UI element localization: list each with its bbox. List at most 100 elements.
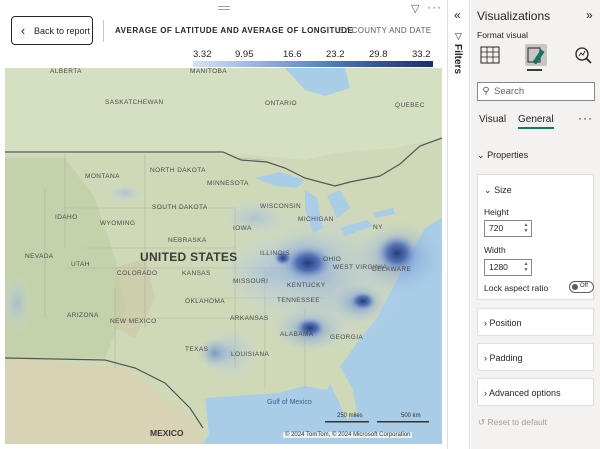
size-section-header[interactable]: ⌄ Size: [484, 185, 512, 196]
map-label-iowa: IOWA: [233, 225, 252, 232]
map-label-quebec: QUEBEC: [395, 102, 425, 109]
map-copyright: © 2024 TomTom, © 2024 Microsoft Corporat…: [283, 432, 413, 438]
map-label-texas: TEXAS: [185, 346, 209, 353]
map-label-colorado: COLORADO: [117, 270, 158, 277]
build-visual-icon[interactable]: [479, 44, 501, 66]
search-icon: ⚲: [482, 86, 490, 97]
visualizations-title: Visualizations: [477, 9, 551, 23]
map-label-south-dakota: SOUTH DAKOTA: [152, 204, 208, 211]
map-label-tennessee: TENNESSEE: [277, 297, 320, 304]
drag-handle-icon[interactable]: [218, 6, 230, 10]
map-label-arizona: ARIZONA: [67, 312, 99, 319]
position-header: › Position: [484, 318, 522, 328]
filter-icon: ▽: [455, 31, 462, 41]
advanced-options-section[interactable]: › Advanced options: [477, 378, 594, 406]
size-card: ⌄ Size Height 720 ▲ ▼ Width 1280 ▲ ▼ Lock …: [477, 174, 594, 300]
visual-subtitle: BY COUNTY AND DATE: [338, 26, 432, 35]
padding-section[interactable]: › Padding: [477, 343, 594, 371]
width-input[interactable]: 1280 ▲ ▼: [484, 259, 532, 276]
chevron-double-left-icon[interactable]: «: [454, 8, 461, 22]
format-visual-label: Format visual: [477, 30, 529, 40]
filters-pane-collapsed[interactable]: « ▽ Filters: [449, 0, 470, 449]
map-label-nebraska: NEBRASKA: [168, 237, 207, 244]
back-to-report-button[interactable]: ‹ Back to report: [11, 16, 93, 45]
height-stepper[interactable]: ▲ ▼: [522, 222, 530, 235]
analytics-icon[interactable]: [572, 44, 594, 66]
format-visual-icon[interactable]: [525, 44, 547, 66]
legend-value: 29.8: [369, 49, 388, 60]
properties-header[interactable]: ⌄ Properties: [477, 150, 528, 161]
map-label-alberta: ALBERTA: [50, 68, 82, 75]
map-label-wyoming: WYOMING: [100, 220, 136, 227]
map-label-oklahoma: OKLAHOMA: [185, 298, 226, 305]
back-to-report-label: Back to report: [34, 25, 91, 36]
map-label-georgia: GEORGIA: [330, 334, 364, 341]
position-label: Position: [489, 318, 522, 328]
visual-title: AVERAGE OF LATITUDE AND AVERAGE OF LONGI…: [115, 26, 354, 35]
chevron-down-icon: ⌄: [477, 150, 485, 160]
scale-miles: 250 miles: [337, 413, 363, 419]
power-bi-focus-mode: ▽ ··· ‹ Back to report AVERAGE OF LATITU…: [0, 0, 600, 449]
report-canvas: ▽ ··· ‹ Back to report AVERAGE OF LATITU…: [0, 0, 448, 449]
chevron-right-icon: ›: [484, 388, 487, 398]
position-section[interactable]: › Position: [477, 308, 594, 336]
height-label: Height: [484, 207, 509, 217]
legend-value: 16.6: [283, 49, 302, 60]
height-value: 720: [489, 223, 504, 233]
visualizations-pane: Visualizations » Format visual ⚲ Search …: [471, 0, 600, 449]
filters-label[interactable]: Filters: [452, 44, 463, 74]
map-label-united-states: UNITED STATES: [140, 250, 238, 264]
toggle-state: Off: [580, 283, 588, 289]
map-label-michigan: MICHIGAN: [298, 216, 334, 223]
map-label-idaho: IDAHO: [55, 214, 78, 221]
padding-label: Padding: [489, 353, 523, 363]
tab-general[interactable]: General: [518, 114, 554, 129]
size-label: Size: [494, 185, 512, 195]
width-stepper[interactable]: ▲ ▼: [522, 261, 530, 274]
legend-value: 9.95: [235, 49, 254, 60]
map-label-wisconsin: WISCONSIN: [260, 203, 302, 210]
map-label-kentucky: KENTUCKY: [287, 282, 326, 289]
map-label-new-mexico: NEW MEXICO: [110, 318, 157, 325]
more-options-icon[interactable]: ···: [427, 0, 442, 14]
map-label-alabama: ALABAMA: [280, 331, 314, 338]
legend-value: 3.32: [193, 49, 212, 60]
width-value: 1280: [489, 262, 508, 272]
tab-visual[interactable]: Visual: [479, 114, 506, 125]
legend-value: 23.2: [326, 49, 345, 60]
height-input[interactable]: 720 ▲ ▼: [484, 220, 532, 237]
advanced-options-label: Advanced options: [489, 388, 561, 398]
lock-aspect-ratio-toggle[interactable]: Off: [569, 281, 594, 293]
map-label-illinois: ILLINOIS: [260, 250, 290, 257]
heatmap-legend: 3.32 9.95 16.6 23.2 29.8 33.2: [193, 49, 435, 67]
map-label-ontario: ONTARIO: [265, 100, 297, 107]
title-divider: [103, 20, 104, 42]
map-label-ny: NY: [373, 224, 383, 231]
heat-map[interactable]: ALBERTA MANITOBA SASKATCHEWAN ONTARIO QU…: [5, 68, 442, 444]
toggle-knob: [572, 284, 578, 290]
properties-label: Properties: [487, 150, 529, 160]
map-label-saskatchewan: SASKATCHEWAN: [105, 99, 164, 106]
more-options-icon[interactable]: ···: [578, 111, 593, 125]
map-label-north-dakota: NORTH DAKOTA: [150, 167, 206, 174]
map-label-mexico: MEXICO: [150, 428, 184, 438]
map-label-utah: UTAH: [71, 261, 90, 268]
map-label-gulf-of-mexico: Gulf of Mexico: [267, 399, 312, 406]
reset-icon: ↺: [478, 417, 486, 427]
map-label-kansas: KANSAS: [182, 270, 211, 277]
filter-icon[interactable]: ▽: [411, 2, 419, 15]
legend-value: 33.2: [412, 49, 431, 60]
map-label-montana: MONTANA: [85, 173, 120, 180]
advanced-options-header: › Advanced options: [484, 388, 561, 398]
chevron-double-right-icon[interactable]: »: [586, 8, 593, 22]
reset-to-default-button[interactable]: ↺ Reset to default: [478, 417, 547, 428]
chevron-left-icon: ‹: [20, 23, 26, 38]
padding-header: › Padding: [484, 353, 523, 363]
map-label-delaware: DELAWARE: [372, 266, 412, 273]
map-label-ohio: OHIO: [323, 256, 342, 263]
chevron-down-icon: ⌄: [484, 185, 492, 195]
search-input[interactable]: ⚲ Search: [477, 82, 595, 101]
chevron-right-icon: ›: [484, 318, 487, 328]
reset-label: Reset to default: [487, 417, 548, 427]
lock-aspect-ratio-label: Lock aspect ratio: [484, 283, 549, 293]
